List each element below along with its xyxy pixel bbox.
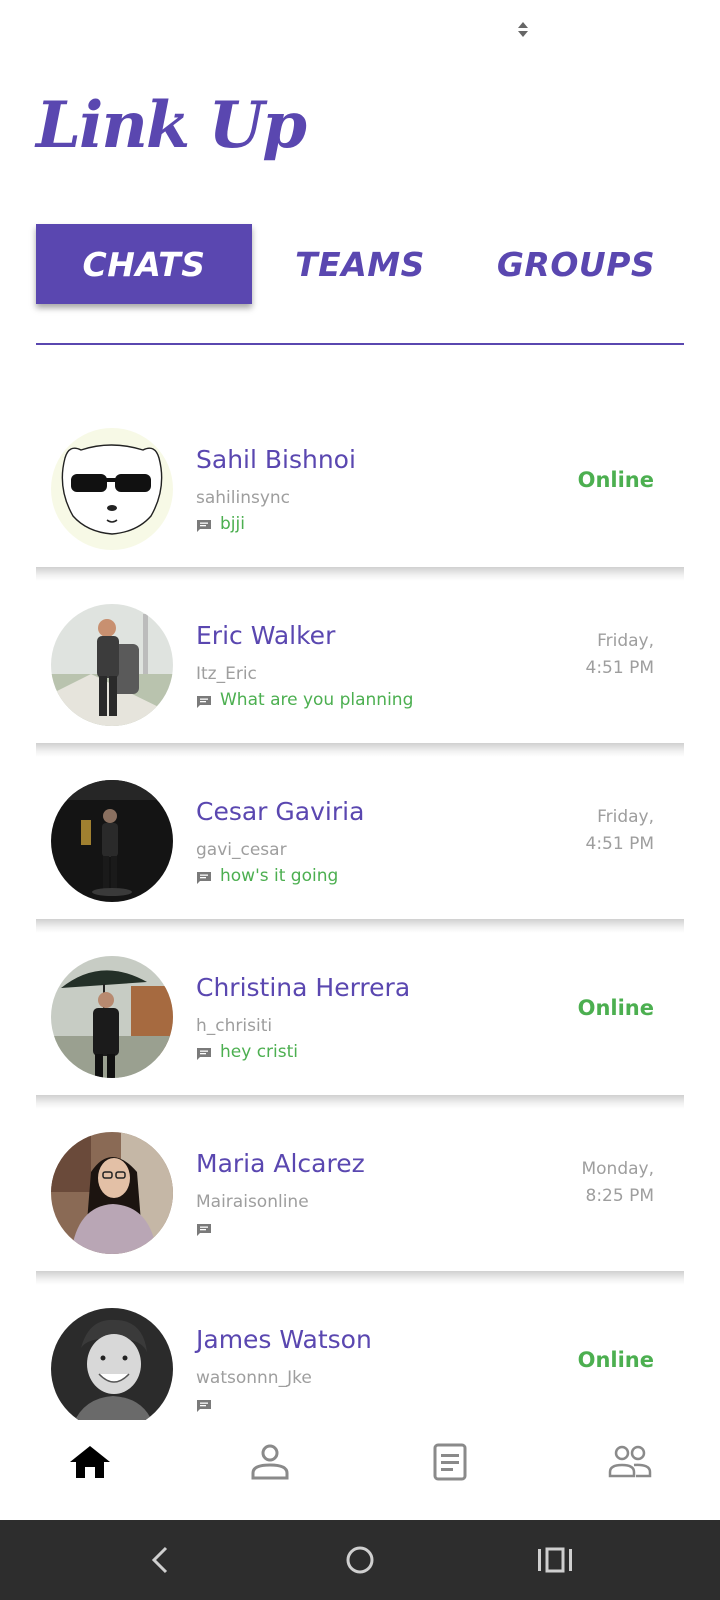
avatar	[51, 956, 173, 1078]
tab-chats[interactable]: CHATS	[36, 224, 252, 304]
sort-arrows-icon	[518, 22, 528, 40]
chat-time: Friday, 4:51 PM	[544, 628, 655, 682]
back-icon	[151, 1546, 168, 1574]
chat-username: sahilinsync	[196, 488, 291, 508]
chat-time-day: Monday,	[581, 1159, 654, 1179]
nav-profile[interactable]	[245, 1440, 295, 1484]
chat-name: Christina Herrera	[196, 973, 411, 1002]
bottom-navigation	[0, 1420, 720, 1520]
chat-username: Itz_Eric	[196, 664, 257, 684]
message-icon	[197, 1400, 211, 1412]
chat-time-day: Friday,	[597, 807, 654, 827]
home-button[interactable]	[340, 1540, 380, 1580]
chat-name: James Watson	[196, 1325, 372, 1354]
chat-time: Monday, 8:25 PM	[544, 1156, 654, 1210]
profile-icon	[251, 1444, 289, 1480]
notes-icon	[433, 1443, 467, 1481]
app-title: Link Up	[36, 88, 307, 163]
status-bar	[0, 0, 720, 60]
chat-time-clock: 4:51 PM	[585, 834, 655, 854]
message-icon	[197, 872, 211, 884]
nav-notes[interactable]	[425, 1440, 475, 1484]
recents-icon	[538, 1547, 572, 1573]
status-online: Online	[577, 1348, 654, 1372]
tab-groups[interactable]: GROUPS	[468, 224, 684, 304]
chat-name: Sahil Bishnoi	[196, 445, 356, 474]
chat-time-clock: 4:51 PM	[585, 658, 655, 678]
nav-home[interactable]	[65, 1440, 115, 1484]
tab-bar: CHATS TEAMS GROUPS	[36, 224, 684, 304]
people-icon	[608, 1445, 652, 1478]
message-icon	[197, 696, 211, 708]
chat-name: Eric Walker	[196, 621, 336, 650]
recents-button[interactable]	[535, 1540, 575, 1580]
chat-item[interactable]: Christina Herrera h_chrisiti hey cristi …	[36, 933, 684, 1109]
tab-divider	[36, 343, 684, 345]
chat-last-message: how's it going	[220, 866, 339, 886]
status-online: Online	[577, 468, 654, 492]
system-navigation-bar	[0, 1520, 720, 1600]
chat-name: Maria Alcarez	[196, 1149, 365, 1178]
chat-time-day: Friday,	[597, 631, 654, 651]
avatar	[51, 1308, 173, 1430]
chat-last-message: hey cristi	[220, 1042, 299, 1062]
chat-item[interactable]: Cesar Gaviria gavi_cesar how's it going …	[36, 757, 684, 933]
avatar	[51, 780, 173, 902]
chat-name: Cesar Gaviria	[196, 797, 365, 826]
message-icon	[197, 1224, 211, 1236]
chat-username: watsonnn_Jke	[196, 1368, 312, 1388]
chat-list: Sahil Bishnoi sahilinsync bjji Online Er…	[36, 405, 684, 1461]
chat-last-message: bjji	[220, 514, 245, 534]
avatar	[51, 428, 173, 550]
chat-username: h_chrisiti	[196, 1016, 273, 1036]
chat-username: Mairaisonline	[196, 1192, 309, 1212]
chat-time: Friday, 4:51 PM	[544, 804, 655, 858]
home-icon	[70, 1446, 110, 1478]
message-icon	[197, 1048, 211, 1060]
message-icon	[197, 520, 211, 532]
avatar	[51, 604, 173, 726]
chat-item[interactable]: Sahil Bishnoi sahilinsync bjji Online	[36, 405, 684, 581]
back-button[interactable]	[141, 1540, 181, 1580]
nav-people[interactable]	[605, 1440, 655, 1484]
tab-teams[interactable]: TEAMS	[252, 224, 468, 304]
status-online: Online	[577, 996, 654, 1020]
chat-last-message: What are you planning	[220, 690, 414, 710]
chat-item[interactable]: Eric Walker Itz_Eric What are you planni…	[36, 581, 684, 757]
chat-item[interactable]: Maria Alcarez Mairaisonline Monday, 8:25…	[36, 1109, 684, 1285]
chat-username: gavi_cesar	[196, 840, 287, 860]
avatar	[51, 1132, 173, 1254]
circle-icon	[346, 1546, 374, 1574]
chat-time-clock: 8:25 PM	[585, 1186, 655, 1206]
